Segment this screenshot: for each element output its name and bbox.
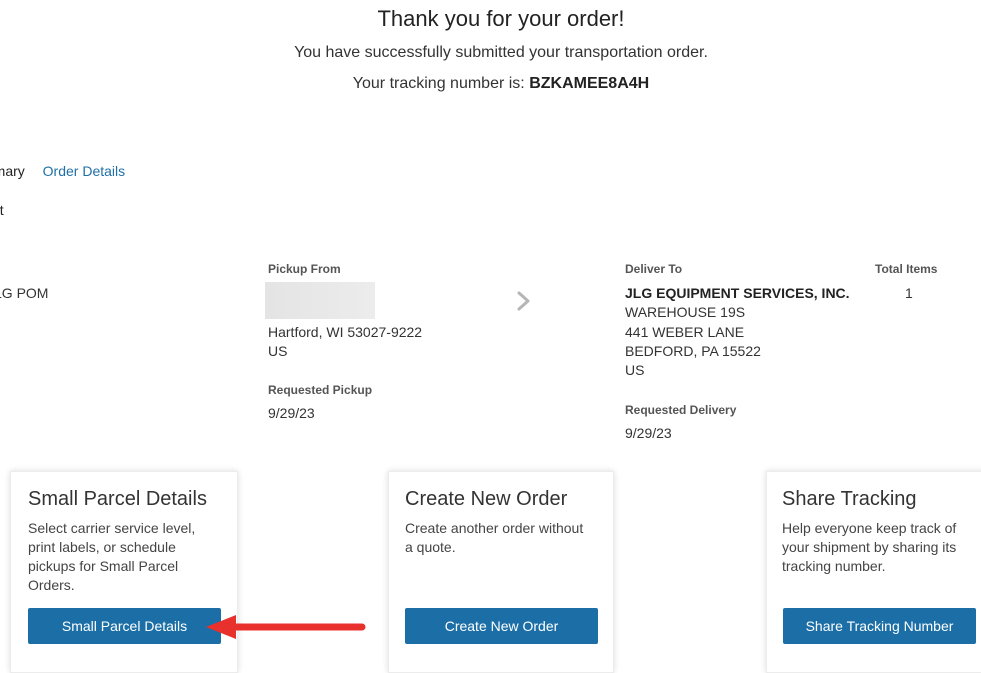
share-tracking-card: Share Tracking Help everyone keep track … (766, 471, 981, 673)
small-parcel-details-button[interactable]: Small Parcel Details (28, 608, 221, 644)
pickup-country: US (268, 343, 288, 359)
card-description: Select carrier service level, print labe… (28, 520, 196, 593)
total-items-value: 1 (905, 285, 913, 301)
card-title: Small Parcel Details (28, 488, 207, 510)
deliver-address-line2: 441 WEBER LANE (625, 324, 745, 340)
deliver-country: US (625, 362, 645, 378)
shipper-name: LG POM (0, 285, 49, 301)
redacted-pickup-address (265, 282, 375, 319)
requested-delivery-date: 9/29/23 (625, 425, 672, 441)
requested-delivery-label: Requested Delivery (625, 403, 737, 417)
requested-pickup-date: 9/29/23 (268, 405, 315, 421)
create-new-order-button[interactable]: Create New Order (405, 608, 598, 644)
order-confirmation-message: You have successfully submitted your tra… (294, 44, 708, 61)
tracking-number: BZKAMEE8A4H (529, 75, 650, 92)
card-title: Create New Order (405, 488, 568, 510)
share-tracking-number-button[interactable]: Share Tracking Number (783, 608, 976, 644)
section-heading: nt (0, 202, 4, 218)
deliver-company: JLG EQUIPMENT SERVICES, INC. (625, 285, 850, 301)
summary-tabs: mmary Order Details (0, 163, 139, 179)
card-title: Share Tracking (782, 488, 917, 510)
chevron-right-icon (513, 290, 535, 312)
tracking-number-prefix: Your tracking number is: (352, 75, 525, 92)
card-description: Help everyone keep track of your shipmen… (782, 520, 957, 574)
create-new-order-card: Create New Order Create another order wi… (388, 471, 614, 673)
deliver-address-line1: WAREHOUSE 19S (625, 304, 746, 320)
deliver-to-label: Deliver To (625, 262, 683, 276)
tab-summary[interactable]: mmary (0, 163, 25, 179)
small-parcel-card: Small Parcel Details Select carrier serv… (10, 471, 238, 673)
card-description: Create another order without a quote. (405, 520, 584, 555)
page-title: Thank you for your order! (377, 6, 625, 31)
red-annotation-arrow (200, 612, 370, 642)
requested-pickup-label: Requested Pickup (268, 383, 373, 397)
pickup-city: Hartford, WI 53027-9222 (268, 324, 423, 340)
total-items-label: Total Items (875, 262, 938, 276)
deliver-address-line3: BEDFORD, PA 15522 (625, 343, 761, 359)
pickup-from-label: Pickup From (268, 262, 341, 276)
tracking-number-line: Your tracking number is: BZKAMEE8A4H (0, 75, 981, 93)
tab-order-details[interactable]: Order Details (43, 163, 125, 179)
